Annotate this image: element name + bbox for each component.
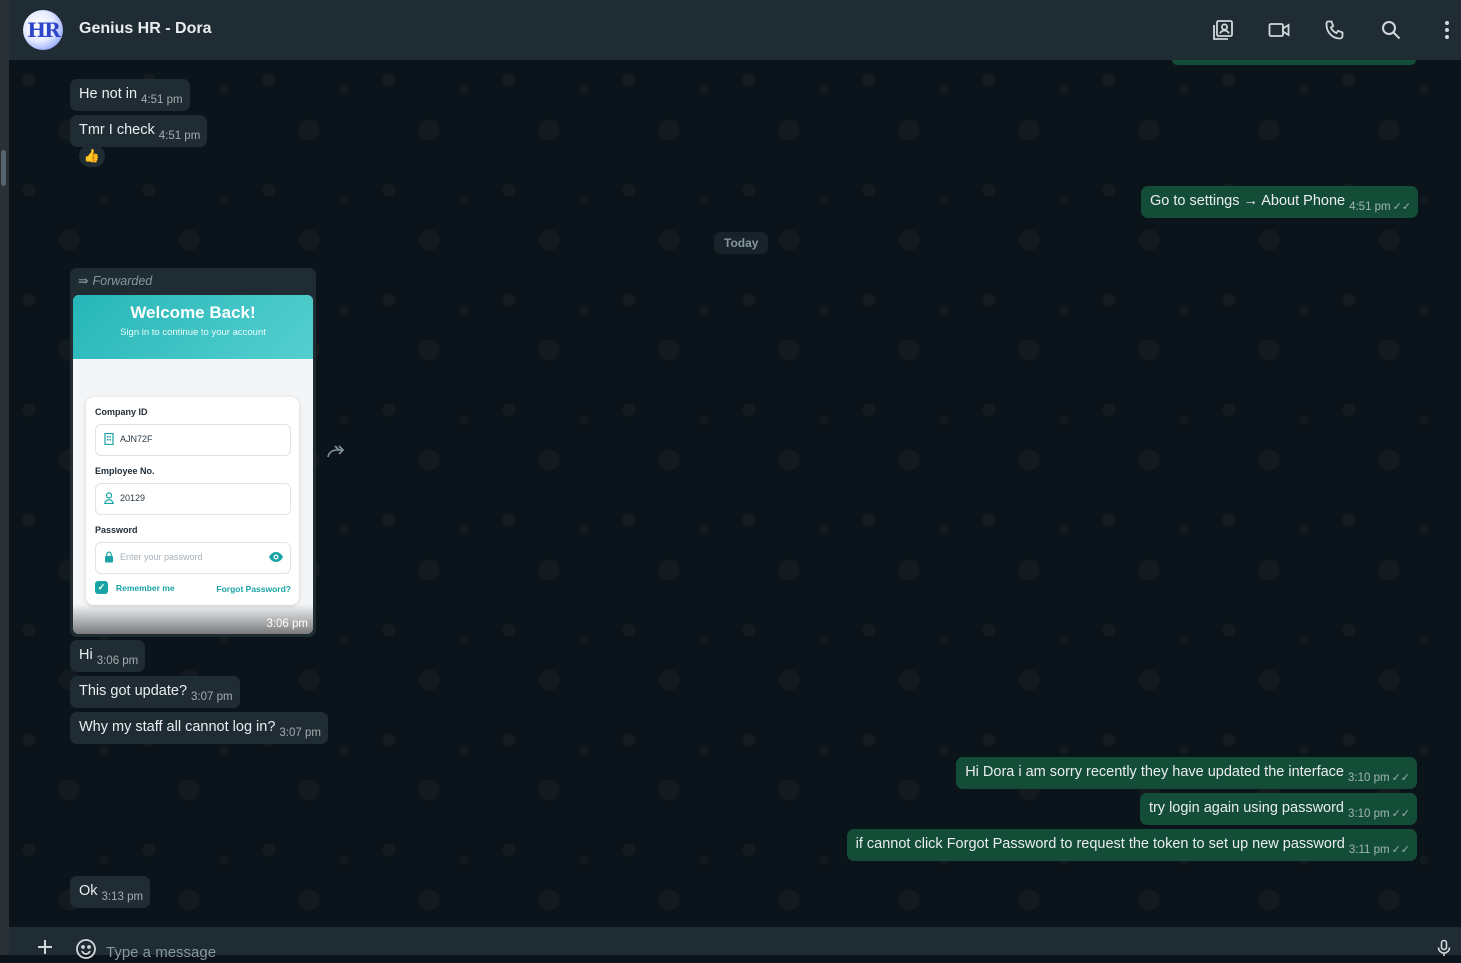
company-value: AJN72F	[120, 434, 153, 444]
eye-icon	[269, 552, 283, 562]
incoming-message[interactable]: This got update? 3:07 pm	[70, 676, 240, 708]
message-time: 3:10 pm	[1348, 808, 1390, 820]
checkbox-checked-icon: ✓	[95, 581, 108, 594]
contact-card-icon[interactable]	[1211, 18, 1235, 42]
read-ticks-icon: ✓✓	[1392, 201, 1412, 213]
message-composer	[9, 927, 1461, 963]
message-text: Go to settings → About Phone	[1150, 193, 1346, 209]
message-time: 3:06 pm	[96, 655, 139, 667]
message-text: Tmr I check	[79, 122, 155, 138]
message-time: 3:10 pm	[1348, 772, 1390, 784]
forwarded-text: Forwarded	[92, 274, 153, 288]
message-time: 4:51 pm	[141, 94, 183, 106]
contact-name[interactable]: Genius HR - Dora	[79, 20, 211, 38]
incoming-message[interactable]: Hi 3:06 pm	[70, 640, 146, 672]
remember-me: ✓ Remember me	[95, 581, 175, 594]
login-screenshot[interactable]: Welcome Back! Sign in to continue to you…	[73, 295, 313, 634]
forward-icon[interactable]	[325, 442, 347, 460]
outgoing-message[interactable]: Hi Dora i am sorry recently they have up…	[956, 757, 1417, 789]
message-text: Hi Dora i am sorry recently they have up…	[965, 764, 1344, 780]
message-time: 3:11 pm	[1348, 844, 1390, 856]
emoji-icon[interactable]	[75, 938, 97, 960]
forwarded-icon: ⇛	[78, 274, 89, 288]
remember-text: Remember me	[116, 582, 175, 593]
incoming-message[interactable]: Tmr I check 4:51 pm	[70, 115, 208, 147]
header-actions	[1179, 18, 1461, 42]
password-field: Enter your password	[95, 542, 291, 574]
message-text: Ok	[79, 883, 98, 899]
outgoing-message[interactable]: if cannot click Forgot Password to reque…	[846, 829, 1417, 861]
message-time: 4:51 pm	[1349, 201, 1391, 213]
screenshot-title: Welcome Back!	[130, 303, 256, 322]
user-icon	[104, 492, 114, 504]
message-time: 3:06 pm	[266, 618, 308, 630]
forwarded-label: ⇛ Forwarded	[78, 273, 152, 288]
phone-icon[interactable]	[1323, 18, 1347, 42]
plus-icon[interactable]	[35, 937, 55, 957]
screenshot-subtitle: Sign in to continue to your account	[120, 327, 266, 338]
read-ticks-icon: ✓✓	[1391, 844, 1410, 856]
outgoing-message[interactable]: try login again using password 3:10 pm ✓✓	[1139, 793, 1417, 825]
message-input[interactable]	[104, 941, 1388, 963]
message-text: if cannot click Forgot Password to reque…	[855, 836, 1345, 852]
message-time: 3:07 pm	[279, 727, 321, 739]
chat-header: HR Genius HR - Dora	[9, 0, 1461, 60]
incoming-message[interactable]: Why my staff all cannot log in? 3:07 pm	[70, 712, 328, 744]
screenshot-header: Welcome Back! Sign in to continue to you…	[73, 295, 313, 359]
message-text: try login again using password	[1148, 800, 1344, 816]
window-edge	[0, 0, 9, 955]
employee-field: 20129	[95, 483, 291, 515]
video-call-icon[interactable]	[1267, 18, 1291, 42]
incoming-message[interactable]: Ok 3:13 pm	[70, 876, 151, 908]
login-form: Company ID AJN72F Employee No. 20129 Pas…	[86, 397, 299, 605]
company-label: Company ID	[95, 407, 148, 417]
date-divider: Today	[714, 232, 769, 254]
outgoing-message[interactable]: Go to settings → About Phone 4:51 pm ✓✓	[1141, 186, 1419, 218]
message-time: 3:07 pm	[191, 691, 233, 703]
menu-icon[interactable]	[1435, 18, 1459, 42]
message-text: He not in	[79, 86, 138, 102]
employee-value: 20129	[120, 493, 146, 503]
previous-message-edge	[1172, 60, 1416, 65]
password-label: Password	[95, 525, 138, 535]
company-field: AJN72F	[95, 424, 291, 456]
message-text: This got update?	[79, 683, 188, 699]
reaction-thumbs-up[interactable]: 👍	[79, 145, 105, 167]
read-ticks-icon: ✓✓	[1391, 772, 1410, 784]
mic-icon[interactable]	[1435, 939, 1453, 957]
incoming-message[interactable]: He not in 4:51 pm	[70, 79, 190, 111]
resize-grip[interactable]	[1, 150, 6, 186]
forgot-password-link: Forgot Password?	[216, 584, 291, 594]
message-time: 3:13 pm	[101, 891, 144, 903]
password-placeholder: Enter your password	[120, 552, 203, 562]
avatar[interactable]: HR	[23, 10, 63, 50]
forwarded-image-message[interactable]: ⇛ Forwarded Welcome Back! Sign in to cont…	[70, 268, 316, 637]
chat-area[interactable]: He not in 4:51 pm Tmr I check 4:51 pm 👍 Go…	[9, 60, 1461, 927]
message-time: 4:51 pm	[158, 130, 201, 142]
lock-icon	[105, 551, 113, 563]
employee-label: Employee No.	[95, 466, 155, 476]
read-ticks-icon: ✓✓	[1391, 808, 1410, 820]
avatar-text: HR	[27, 18, 61, 42]
message-text: Why my staff all cannot log in?	[79, 719, 276, 735]
building-icon	[104, 433, 114, 445]
message-text: Hi	[79, 647, 93, 663]
search-icon[interactable]	[1379, 18, 1403, 42]
